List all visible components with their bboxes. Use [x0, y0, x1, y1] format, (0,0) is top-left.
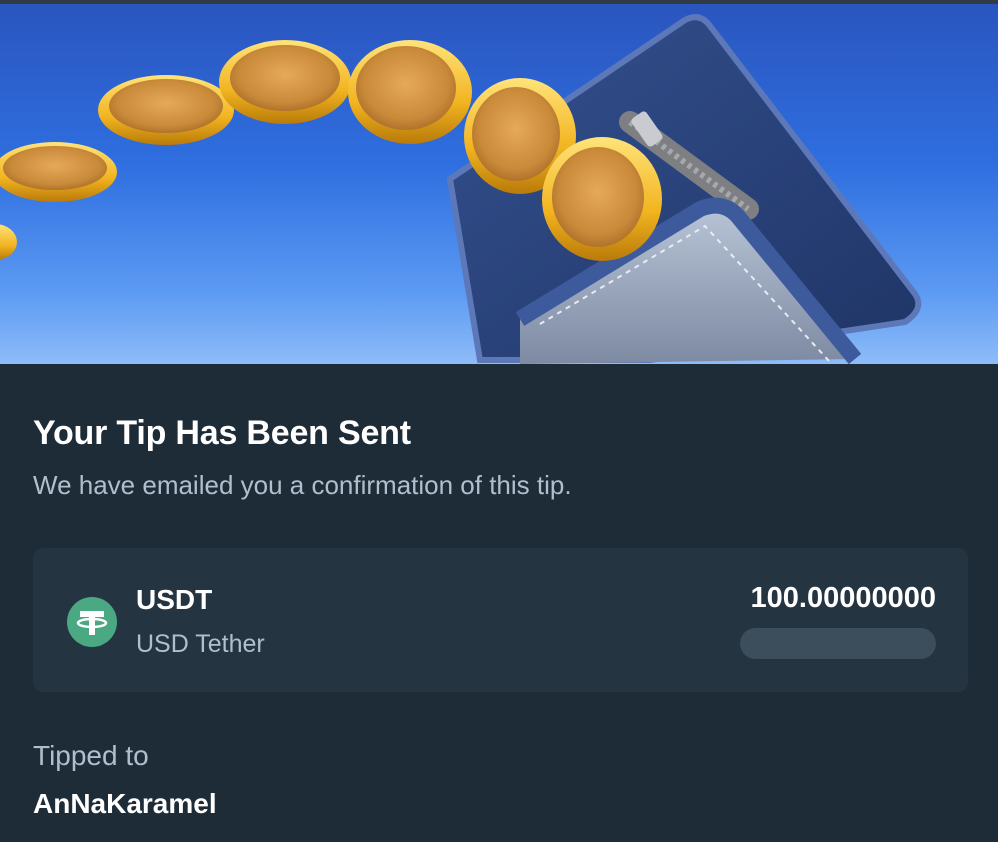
tip-amount: 100.00000000 — [750, 582, 936, 614]
fiat-value-placeholder — [740, 628, 936, 659]
tipped-to-label: Tipped to — [33, 740, 149, 771]
tip-amount-card: USDT USD Tether 100.00000000 — [33, 548, 968, 692]
tether-icon — [67, 597, 117, 647]
dialog-subtitle: We have emailed you a confirmation of th… — [33, 470, 572, 500]
coins-wallet-illustration — [0, 14, 922, 364]
tip-sent-dialog: Your Tip Has Been Sent We have emailed y… — [0, 0, 998, 842]
dialog-title: Your Tip Has Been Sent — [33, 414, 411, 452]
hero-illustration — [0, 4, 998, 364]
currency-ticker: USDT — [136, 584, 213, 615]
recipient-username[interactable]: AnNaKaramel — [33, 788, 217, 820]
currency-name: USD Tether — [136, 630, 265, 658]
dialog-content: Your Tip Has Been Sent We have emailed y… — [0, 364, 998, 842]
